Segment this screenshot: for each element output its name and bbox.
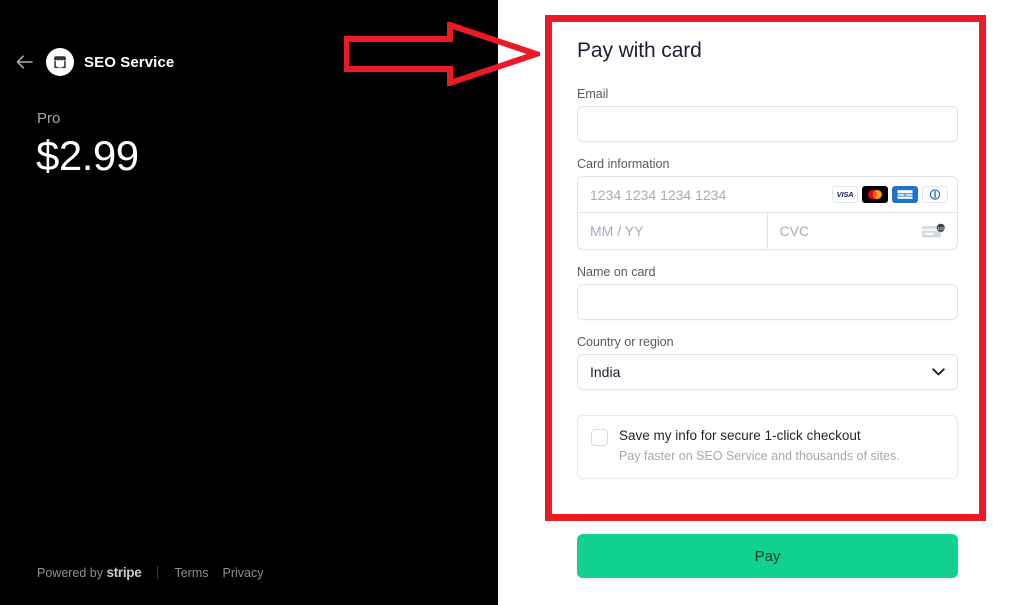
amex-icon — [892, 186, 918, 203]
expiry-cell — [578, 213, 768, 249]
terms-link[interactable]: Terms — [174, 566, 208, 580]
card-number-row: VISA — [578, 177, 957, 213]
privacy-link[interactable]: Privacy — [223, 566, 264, 580]
name-on-card-input[interactable] — [577, 284, 958, 320]
cvc-card-hint-icon[interactable]: 123 — [921, 223, 947, 240]
country-label: Country or region — [577, 335, 674, 349]
plan-name: Pro — [37, 110, 61, 127]
country-group: Country or region India — [577, 335, 958, 390]
card-brand-icons: VISA — [832, 186, 957, 203]
footer: Powered by stripe Terms Privacy — [37, 565, 263, 580]
back-arrow-icon[interactable] — [14, 51, 36, 73]
plan-price: $2.99 — [36, 132, 139, 179]
card-information-box: VISA — [577, 176, 958, 250]
cvc-cell: 123 — [767, 213, 957, 249]
svg-text:123: 123 — [937, 226, 945, 231]
pay-button[interactable]: Pay — [577, 534, 958, 578]
page-title: Pay with card — [577, 39, 702, 62]
merchant-name: SEO Service — [84, 53, 175, 71]
visa-icon: VISA — [832, 186, 858, 203]
mastercard-icon — [862, 186, 888, 203]
save-info-text: Save my info for secure 1-click checkout… — [619, 428, 900, 465]
save-info-subtitle: Pay faster on SEO Service and thousands … — [619, 448, 900, 463]
country-select[interactable]: India — [577, 354, 958, 390]
merchant-header: SEO Service — [14, 48, 174, 76]
email-label: Email — [577, 87, 609, 101]
order-summary-panel: SEO Service Pro $2.99 Powered by stripe … — [0, 0, 498, 605]
country-select-wrap: India — [577, 354, 958, 390]
name-on-card-label: Name on card — [577, 265, 656, 279]
footer-divider — [157, 566, 159, 579]
card-information-group: Card information VISA — [577, 157, 958, 250]
country-selected-value: India — [590, 364, 621, 380]
checkout-page: SEO Service Pro $2.99 Powered by stripe … — [0, 0, 1024, 605]
discover-icon — [922, 186, 948, 203]
stripe-wordmark: stripe — [106, 565, 142, 580]
powered-by-label: Powered by — [37, 565, 104, 580]
name-on-card-group: Name on card — [577, 265, 958, 320]
payment-form: Pay with card Email Card information VIS… — [577, 39, 958, 479]
save-info-checkbox[interactable] — [591, 429, 608, 446]
card-expiry-cvc-row: 123 — [578, 213, 957, 249]
card-number-input[interactable] — [578, 177, 832, 212]
save-info-box[interactable]: Save my info for secure 1-click checkout… — [577, 415, 958, 479]
email-field-group: Email — [577, 87, 958, 142]
email-input[interactable] — [577, 106, 958, 142]
card-information-label: Card information — [577, 157, 670, 171]
card-expiry-input[interactable] — [578, 213, 767, 249]
storefront-icon — [54, 56, 66, 69]
merchant-logo — [46, 48, 74, 76]
save-info-title: Save my info for secure 1-click checkout — [619, 428, 861, 443]
payment-form-panel: Pay with card Email Card information VIS… — [498, 0, 1024, 605]
